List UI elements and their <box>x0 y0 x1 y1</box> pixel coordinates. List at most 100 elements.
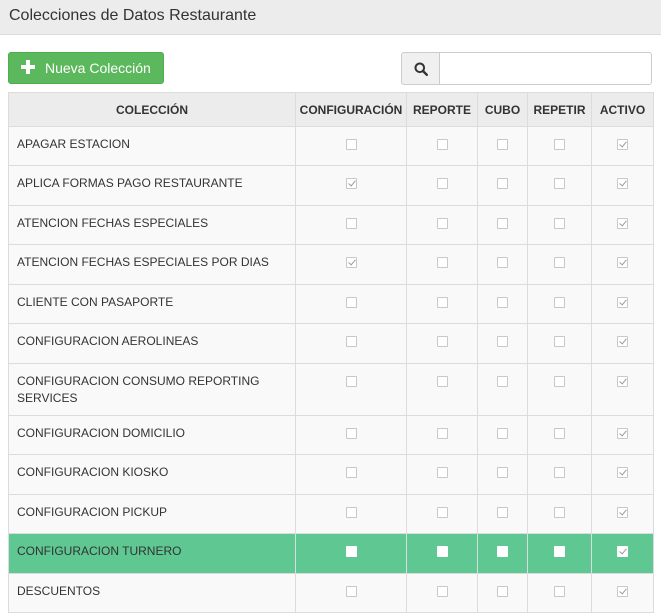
repetir-checkbox[interactable] <box>554 297 565 308</box>
table-row[interactable]: CONFIGURACION TURNERO <box>8 533 654 574</box>
configuracion-checkbox[interactable] <box>345 467 357 478</box>
configuracion-checkbox[interactable] <box>345 257 357 268</box>
activo-cell <box>591 205 654 245</box>
activo-cell <box>591 244 654 285</box>
reporte-checkbox[interactable] <box>436 139 448 150</box>
table-row[interactable]: ATENCION FECHAS ESPECIALES POR DIAS <box>8 244 654 285</box>
cubo-checkbox[interactable] <box>497 139 508 150</box>
repetir-checkbox[interactable] <box>554 336 565 347</box>
reporte-cell <box>406 415 478 455</box>
search-button[interactable] <box>401 52 440 85</box>
configuracion-checkbox[interactable] <box>345 218 357 229</box>
configuracion-cell <box>295 205 407 245</box>
reporte-checkbox[interactable] <box>436 428 448 439</box>
activo-checkbox[interactable] <box>617 428 628 439</box>
reporte-checkbox[interactable] <box>436 336 448 347</box>
activo-cell <box>591 533 654 574</box>
column-header-coleccion[interactable]: COLECCIÓN <box>8 92 296 127</box>
reporte-cell <box>406 494 478 534</box>
cubo-cell <box>477 454 528 495</box>
page-title: Colecciones de Datos Restaurante <box>9 7 257 24</box>
table-row[interactable]: CONFIGURACION CONSUMO REPORTING SERVICES <box>8 363 654 416</box>
cubo-checkbox[interactable] <box>497 178 508 189</box>
configuracion-checkbox[interactable] <box>345 376 357 387</box>
repetir-checkbox[interactable] <box>554 178 565 189</box>
repetir-checkbox[interactable] <box>554 467 565 478</box>
reporte-checkbox[interactable] <box>436 467 448 478</box>
repetir-checkbox[interactable] <box>554 586 565 597</box>
column-header-reporte[interactable]: REPORTE <box>406 92 478 127</box>
activo-checkbox[interactable] <box>617 178 628 189</box>
table-row[interactable]: CLIENTE CON PASAPORTE <box>8 284 654 324</box>
cubo-checkbox[interactable] <box>497 336 508 347</box>
cubo-checkbox[interactable] <box>497 376 508 387</box>
reporte-checkbox[interactable] <box>436 586 448 597</box>
reporte-checkbox[interactable] <box>436 297 448 308</box>
configuracion-checkbox[interactable] <box>345 507 357 518</box>
collection-name-cell: ATENCION FECHAS ESPECIALES <box>8 205 296 245</box>
activo-checkbox[interactable] <box>617 139 628 150</box>
repetir-cell <box>527 126 592 166</box>
cubo-checkbox[interactable] <box>497 586 508 597</box>
repetir-checkbox[interactable] <box>554 507 565 518</box>
table-row[interactable]: CONFIGURACION KIOSKO <box>8 454 654 495</box>
table-row[interactable]: CONFIGURACION PICKUP <box>8 494 654 534</box>
repetir-checkbox[interactable] <box>554 257 565 268</box>
activo-checkbox[interactable] <box>617 586 628 597</box>
cubo-checkbox[interactable] <box>497 428 508 439</box>
activo-checkbox[interactable] <box>617 218 628 229</box>
repetir-checkbox[interactable] <box>554 218 565 229</box>
configuracion-checkbox[interactable] <box>345 336 357 347</box>
table-row[interactable]: APAGAR ESTACION <box>8 126 654 166</box>
configuracion-cell <box>295 494 407 534</box>
new-collection-label: Nueva Colección <box>45 60 151 76</box>
repetir-cell <box>527 363 592 416</box>
table-row[interactable]: CONFIGURACION DOMICILIO <box>8 415 654 455</box>
activo-checkbox[interactable] <box>617 467 628 478</box>
configuracion-checkbox[interactable] <box>345 178 357 189</box>
reporte-checkbox[interactable] <box>436 507 448 518</box>
repetir-checkbox[interactable] <box>554 428 565 439</box>
configuracion-checkbox[interactable] <box>345 546 357 557</box>
collection-name-cell: CONFIGURACION KIOSKO <box>8 454 296 495</box>
new-collection-button[interactable]: Nueva Colección <box>8 52 164 84</box>
repetir-checkbox[interactable] <box>554 139 565 150</box>
configuracion-checkbox[interactable] <box>345 586 357 597</box>
reporte-checkbox[interactable] <box>436 178 448 189</box>
configuracion-checkbox[interactable] <box>345 297 357 308</box>
collection-name-cell: CONFIGURACION PICKUP <box>8 494 296 534</box>
collection-name-cell: CLIENTE CON PASAPORTE <box>8 284 296 324</box>
reporte-checkbox[interactable] <box>436 546 448 557</box>
page-header: Colecciones de Datos Restaurante <box>0 0 661 35</box>
table-row[interactable]: APLICA FORMAS PAGO RESTAURANTE <box>8 165 654 206</box>
reporte-cell <box>406 165 478 206</box>
configuracion-checkbox[interactable] <box>345 428 357 439</box>
repetir-checkbox[interactable] <box>554 546 565 557</box>
activo-checkbox[interactable] <box>617 376 628 387</box>
column-header-activo[interactable]: ACTIVO <box>591 92 654 127</box>
table-row[interactable]: ATENCION FECHAS ESPECIALES <box>8 205 654 245</box>
activo-checkbox[interactable] <box>617 507 628 518</box>
cubo-checkbox[interactable] <box>497 507 508 518</box>
cubo-checkbox[interactable] <box>497 257 508 268</box>
column-header-cubo[interactable]: CUBO <box>477 92 528 127</box>
reporte-checkbox[interactable] <box>436 376 448 387</box>
cubo-checkbox[interactable] <box>497 546 508 557</box>
table-row[interactable]: DESCUENTOS <box>8 573 654 613</box>
activo-checkbox[interactable] <box>617 257 628 268</box>
table-row[interactable]: CONFIGURACION AEROLINEAS <box>8 323 654 364</box>
activo-checkbox[interactable] <box>617 336 628 347</box>
activo-checkbox[interactable] <box>617 546 628 557</box>
reporte-checkbox[interactable] <box>436 257 448 268</box>
column-header-configuracion[interactable]: CONFIGURACIÓN <box>295 92 407 127</box>
configuracion-checkbox[interactable] <box>345 139 357 150</box>
cubo-checkbox[interactable] <box>497 297 508 308</box>
cubo-checkbox[interactable] <box>497 467 508 478</box>
repetir-checkbox[interactable] <box>554 376 565 387</box>
repetir-cell <box>527 244 592 285</box>
column-header-repetir[interactable]: REPETIR <box>527 92 592 127</box>
search-input[interactable] <box>439 52 652 85</box>
cubo-checkbox[interactable] <box>497 218 508 229</box>
activo-checkbox[interactable] <box>617 297 628 308</box>
reporte-checkbox[interactable] <box>436 218 448 229</box>
